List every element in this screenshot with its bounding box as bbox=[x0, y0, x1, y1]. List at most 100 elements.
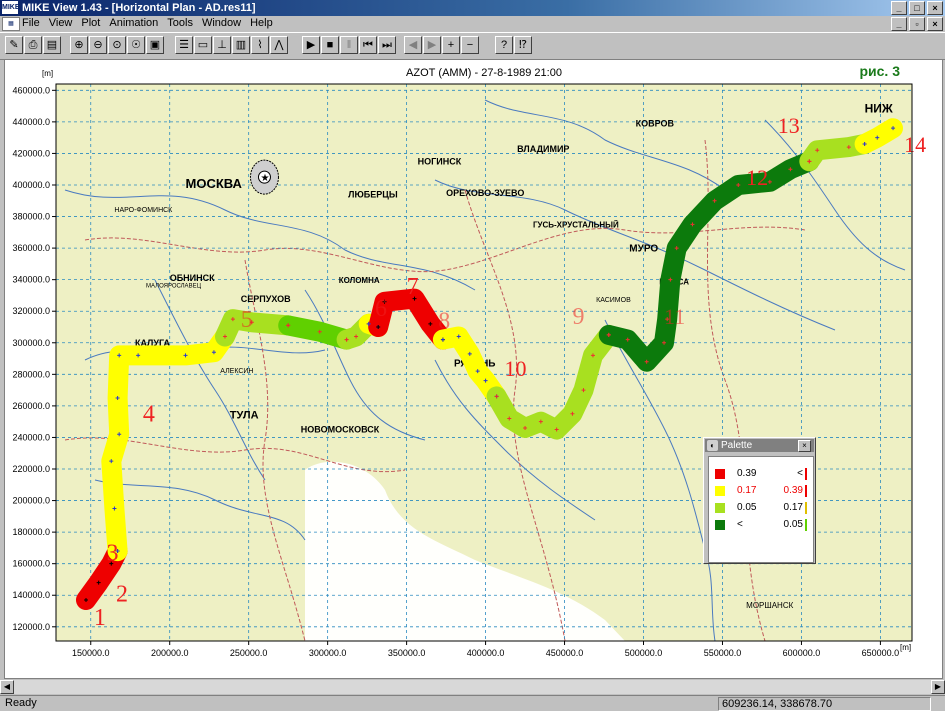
fast-forward-icon[interactable]: ⏭ bbox=[378, 36, 396, 54]
palette-high-value: 0.17 bbox=[783, 502, 803, 513]
horizontal-scrollbar[interactable]: ◀ ▶ bbox=[0, 680, 945, 694]
place-label: НАРО-ФОМИНСК bbox=[114, 207, 173, 214]
add-icon[interactable]: + bbox=[442, 36, 460, 54]
menu-view[interactable]: View bbox=[49, 16, 73, 31]
maximize-button[interactable]: □ bbox=[909, 1, 925, 15]
y-tick-label: 460000.0 bbox=[12, 85, 50, 95]
menu-tools[interactable]: Tools bbox=[167, 16, 193, 31]
print-icon[interactable]: ⎙ bbox=[24, 36, 42, 54]
x-tick-label: 200000.0 bbox=[151, 648, 189, 658]
zoom-out-icon[interactable]: ⊖ bbox=[89, 36, 107, 54]
station-label: 9 bbox=[572, 304, 584, 330]
station-label: 12 bbox=[746, 165, 768, 190]
doc-close-button[interactable]: × bbox=[927, 17, 943, 31]
minimize-button[interactable]: _ bbox=[891, 1, 907, 15]
place-label: АЛЕКСИН bbox=[220, 368, 253, 375]
open-icon[interactable]: ✎ bbox=[5, 36, 23, 54]
palette-low-value: 0.39 bbox=[737, 468, 757, 479]
scroll-left-icon[interactable]: ◀ bbox=[0, 680, 14, 694]
menu-window[interactable]: Window bbox=[202, 16, 241, 31]
palette-title: Palette bbox=[721, 440, 753, 451]
x-tick-label: 350000.0 bbox=[388, 648, 426, 658]
station-label: 6 bbox=[375, 296, 387, 322]
pause-icon[interactable]: ‖ bbox=[340, 36, 358, 54]
y-tick-label: 160000.0 bbox=[12, 559, 50, 569]
palette-window[interactable]: ◐ Palette × 0.39 <0.17 0.39 0.05 0.17 <0.05 bbox=[703, 437, 816, 564]
menu-file[interactable]: File bbox=[22, 16, 40, 31]
station-label: 2 bbox=[116, 582, 128, 608]
palette-row: 0.05 0.17 bbox=[715, 501, 807, 515]
y-tick-label: 320000.0 bbox=[12, 306, 50, 316]
palette-row: 0.17 0.39 bbox=[715, 484, 807, 498]
place-label: ВЛАДИМИР bbox=[517, 144, 569, 154]
legend-icon[interactable]: ▭ bbox=[194, 36, 212, 54]
title-bar[interactable]: MIKE MIKE View 1.43 - [Horizontal Plan -… bbox=[0, 0, 945, 16]
y-tick-label: 180000.0 bbox=[12, 527, 50, 537]
palette-swatch bbox=[715, 469, 725, 479]
station-label: 14 bbox=[904, 132, 926, 157]
profile-icon[interactable]: ⊥ bbox=[213, 36, 231, 54]
plot-area[interactable]: МОСКВА ЛЮБЕРЦЫ ОРЕХОВО-ЗУЕВО НОГИНСК ВЛАДИМИ… bbox=[4, 59, 943, 679]
histogram-icon[interactable]: ▥ bbox=[232, 36, 250, 54]
plot-title: АZОТ (АММ) - 27-8-1989 21:00 bbox=[406, 67, 562, 79]
y-tick-label: 400000.0 bbox=[12, 180, 50, 190]
palette-high-value: 0.39 bbox=[783, 485, 803, 496]
step-back-icon[interactable]: ◀ bbox=[404, 36, 422, 54]
remove-icon[interactable]: − bbox=[461, 36, 479, 54]
map-plot[interactable]: МОСКВА ЛЮБЕРЦЫ ОРЕХОВО-ЗУЕВО НОГИНСК ВЛАДИМИ… bbox=[5, 60, 942, 678]
document-icon[interactable]: ▦ bbox=[2, 17, 20, 31]
palette-indicator bbox=[805, 485, 807, 497]
palette-swatch bbox=[715, 520, 725, 530]
palette-high-value: < bbox=[797, 468, 803, 479]
stop-icon[interactable]: ■ bbox=[321, 36, 339, 54]
station-label: 11 bbox=[664, 304, 685, 329]
place-label: МОСКВА bbox=[186, 176, 243, 191]
context-help-icon[interactable]: ⁉ bbox=[514, 36, 532, 54]
station-label: 8 bbox=[438, 309, 450, 335]
print-setup-icon[interactable]: ▤ bbox=[43, 36, 61, 54]
help-icon[interactable]: ? bbox=[495, 36, 513, 54]
pan-icon[interactable]: ☉ bbox=[127, 36, 145, 54]
x-tick-label: 650000.0 bbox=[862, 648, 900, 658]
rewind-icon[interactable]: ⏮ bbox=[359, 36, 377, 54]
station-label: 13 bbox=[778, 113, 800, 138]
place-label: МУРО bbox=[629, 243, 658, 254]
zoom-window-icon[interactable]: ⊙ bbox=[108, 36, 126, 54]
palette-indicator bbox=[805, 468, 807, 480]
scroll-right-icon[interactable]: ▶ bbox=[931, 680, 945, 694]
station-label: 10 bbox=[505, 356, 527, 381]
x-tick-label: 500000.0 bbox=[625, 648, 663, 658]
place-label: КОЛОМНА bbox=[339, 276, 380, 285]
app-icon[interactable]: MIKE bbox=[2, 1, 20, 14]
palette-swatch bbox=[715, 486, 725, 496]
x-tick-label: 250000.0 bbox=[230, 648, 268, 658]
zoom-in-icon[interactable]: ⊕ bbox=[70, 36, 88, 54]
menu-animation[interactable]: Animation bbox=[109, 16, 158, 31]
doc-minimize-button[interactable]: _ bbox=[891, 17, 907, 31]
x-tick-label: 450000.0 bbox=[546, 648, 584, 658]
close-button[interactable]: × bbox=[927, 1, 943, 15]
y-tick-label: 240000.0 bbox=[12, 432, 50, 442]
properties-icon[interactable]: ▣ bbox=[146, 36, 164, 54]
palette-low-value: < bbox=[737, 519, 743, 530]
palette-close-button[interactable]: × bbox=[798, 440, 811, 452]
palette-titlebar[interactable]: ◐ Palette × bbox=[705, 439, 814, 452]
place-label: МОРШАНСК bbox=[746, 601, 793, 610]
menu-plot[interactable]: Plot bbox=[81, 16, 100, 31]
cross-section-icon[interactable]: ⋀ bbox=[270, 36, 288, 54]
place-label: ГУСЬ-ХРУСТАЛЬНЫЙ bbox=[533, 221, 619, 230]
doc-restore-button[interactable]: ▫ bbox=[909, 17, 925, 31]
time-series-icon[interactable]: ⌇ bbox=[251, 36, 269, 54]
y-tick-label: 440000.0 bbox=[12, 117, 50, 127]
station-label: 5 bbox=[241, 307, 253, 333]
x-tick-label: 550000.0 bbox=[704, 648, 742, 658]
step-forward-icon[interactable]: ▶ bbox=[423, 36, 441, 54]
play-icon[interactable]: ▶ bbox=[302, 36, 320, 54]
y-tick-label: 380000.0 bbox=[12, 212, 50, 222]
palette-body: 0.39 <0.17 0.39 0.05 0.17 <0.05 bbox=[708, 456, 814, 563]
station-label: 7 bbox=[407, 274, 419, 300]
layers-icon[interactable]: ☰ bbox=[175, 36, 193, 54]
palette-indicator bbox=[805, 519, 807, 531]
menu-help[interactable]: Help bbox=[250, 16, 273, 31]
place-label: НИЖ bbox=[865, 101, 893, 115]
